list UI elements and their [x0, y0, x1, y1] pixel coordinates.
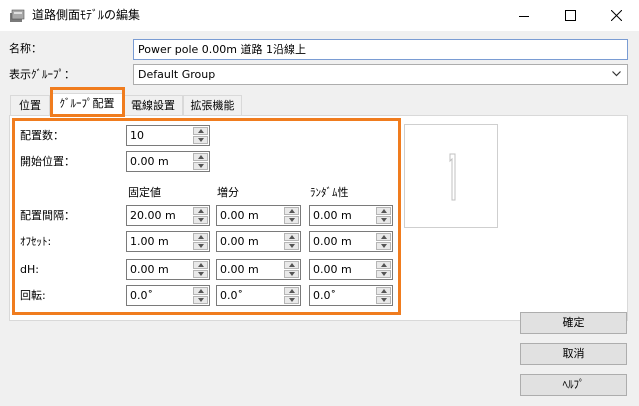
- close-button[interactable]: [593, 0, 639, 31]
- help-button[interactable]: ﾍﾙﾌﾟ: [520, 374, 627, 396]
- close-icon: [610, 10, 622, 21]
- minimize-button[interactable]: [501, 0, 547, 31]
- group-select-value: Default Group: [138, 68, 216, 81]
- minimize-icon: [519, 15, 529, 17]
- cancel-button[interactable]: 取消: [520, 343, 627, 365]
- chevron-down-icon: [612, 71, 621, 77]
- title-bar[interactable]: 道路側面ﾓﾃﾞﾙの編集: [0, 0, 639, 31]
- placement-highlight: [12, 118, 401, 315]
- tab-wire-setup[interactable]: 電線設置: [123, 95, 183, 115]
- name-input[interactable]: Power pole 0.00m 道路 1沿線上: [133, 39, 628, 60]
- tab-highlight: [50, 87, 125, 117]
- maximize-button[interactable]: [547, 0, 593, 31]
- tab-extensions[interactable]: 拡張機能: [183, 95, 242, 115]
- window-title: 道路側面ﾓﾃﾞﾙの編集: [32, 8, 141, 22]
- group-select[interactable]: Default Group: [133, 64, 628, 85]
- name-label: 名称：: [9, 42, 42, 55]
- maximize-icon: [564, 10, 576, 21]
- pole-preview-icon: [449, 153, 456, 201]
- app-icon: [9, 8, 25, 23]
- tab-position[interactable]: 位置: [10, 95, 50, 115]
- group-label: 表示ｸﾞﾙｰﾌﾟ：: [9, 68, 75, 81]
- model-preview: [404, 124, 498, 228]
- ok-button[interactable]: 確定: [520, 312, 627, 334]
